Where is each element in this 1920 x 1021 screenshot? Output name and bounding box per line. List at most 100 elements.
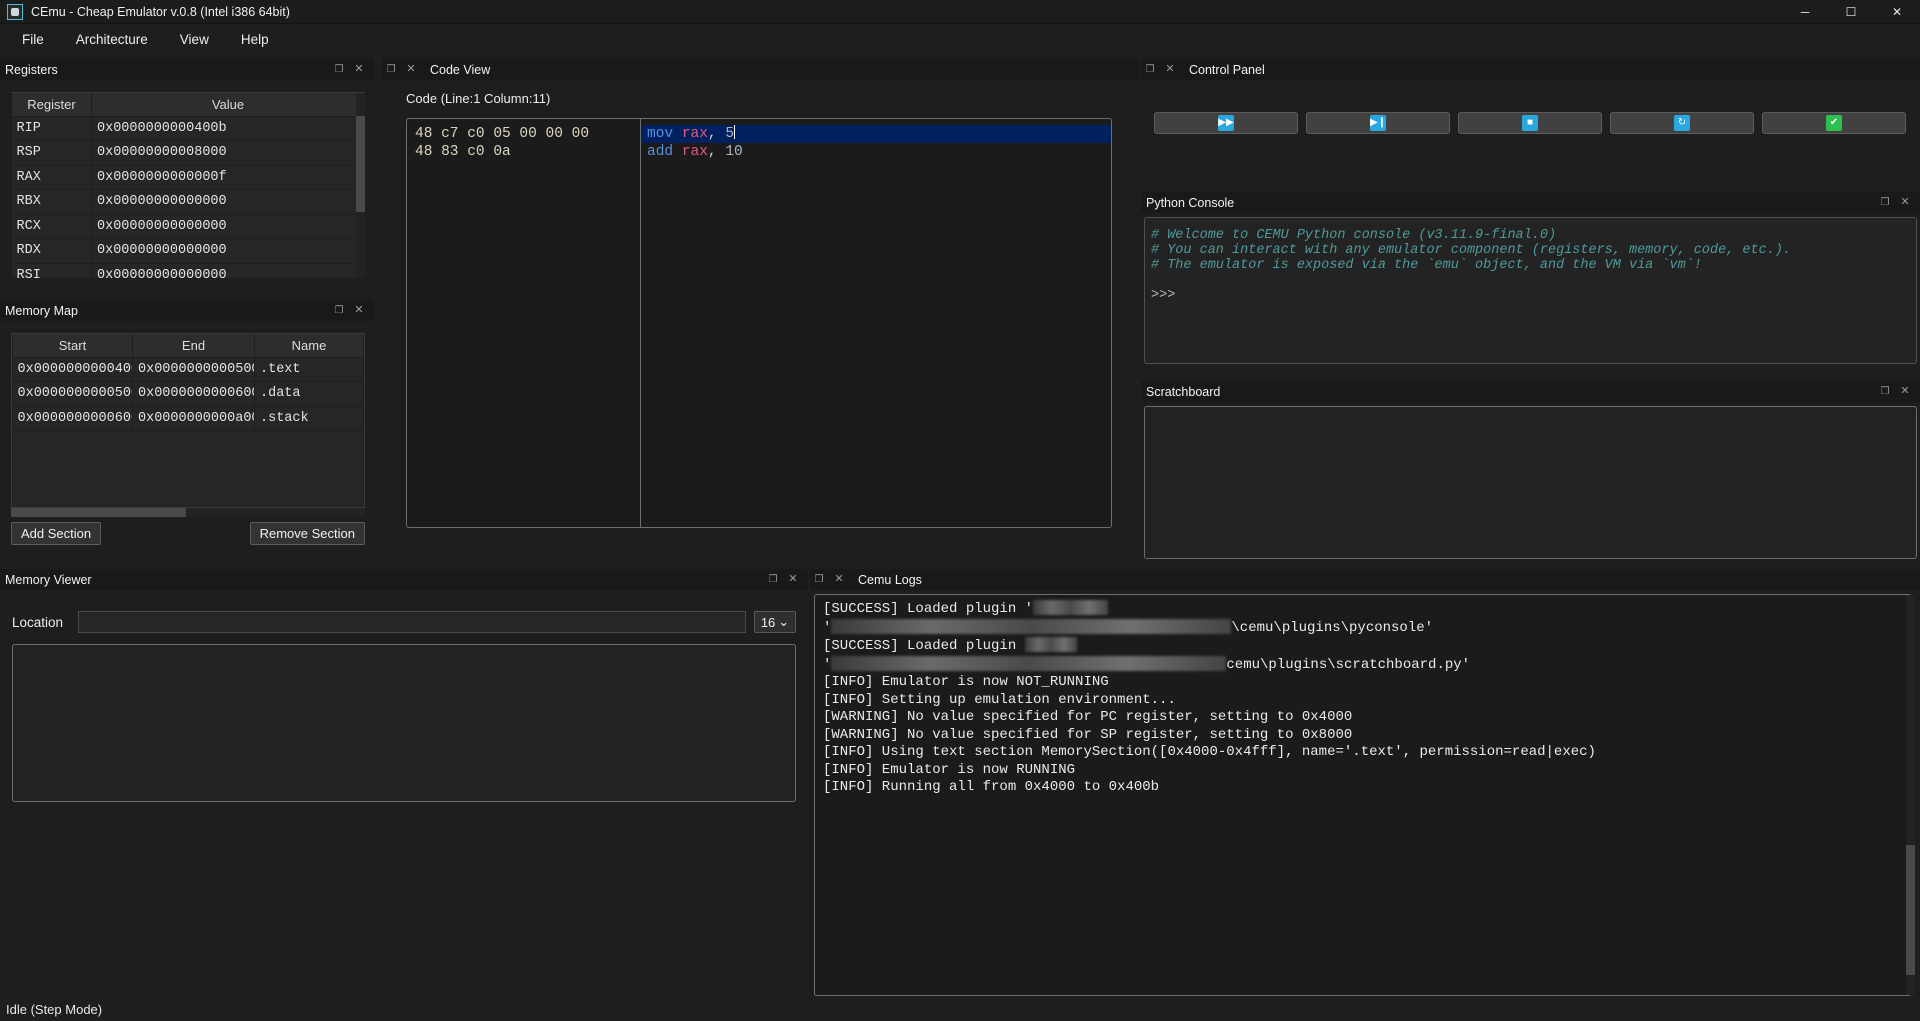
cemu-logs-output[interactable]: [SUCCESS] Loaded plugin ' ' \cemu\plugins\…: [814, 594, 1912, 996]
close-icon[interactable]: ✕: [1896, 384, 1914, 400]
registers-title-label: Registers: [5, 62, 58, 77]
assembly-pane[interactable]: mov rax, 5 add rax, 10: [641, 119, 1111, 527]
registers-col-register[interactable]: Register: [11, 93, 92, 117]
log-text: ': [823, 656, 832, 673]
float-icon[interactable]: ❐: [1876, 195, 1894, 211]
section-end: 0x0000000000a000: [132, 406, 255, 431]
check-icon: ✔: [1826, 115, 1842, 131]
table-row[interactable]: 0x00000000005000 0x00000000006000 .data: [12, 381, 364, 407]
python-console-output[interactable]: # Welcome to CEMU Python console (v3.11.…: [1144, 217, 1917, 364]
reload-button[interactable]: ↻: [1610, 112, 1754, 134]
memory-map-table-container[interactable]: Start End Name 0x00000000004000 0x000000…: [11, 333, 365, 508]
float-icon[interactable]: ❐: [810, 572, 828, 588]
memory-viewer-content[interactable]: [12, 644, 796, 802]
hex-bytes-pane[interactable]: 48 c7 c0 05 00 00 00 48 83 c0 0a: [407, 119, 641, 527]
code-editor[interactable]: 48 c7 c0 05 00 00 00 48 83 c0 0a mov rax…: [406, 118, 1112, 528]
registers-scrollbar-thumb[interactable]: [356, 116, 365, 212]
table-row[interactable]: 0x00000000004000 0x00000000005000 .text: [12, 357, 364, 382]
close-icon[interactable]: ✕: [350, 62, 368, 78]
stop-button[interactable]: ■: [1458, 112, 1602, 134]
location-label: Location: [12, 614, 64, 630]
register-value[interactable]: 0x0000000000400b: [91, 116, 365, 141]
stop-icon: ■: [1522, 115, 1538, 131]
float-icon[interactable]: ❐: [330, 303, 348, 319]
register-name: RSI: [11, 263, 92, 278]
register-value[interactable]: 0x00000000000000: [91, 238, 365, 264]
location-input[interactable]: [78, 611, 746, 633]
registers-table-container[interactable]: Register Value RIP 0x0000000000400b RSP …: [11, 92, 365, 278]
close-icon[interactable]: ✕: [784, 572, 802, 588]
memory-map-col-start[interactable]: Start: [12, 334, 133, 358]
close-icon[interactable]: ✕: [830, 572, 848, 588]
table-row[interactable]: RIP 0x0000000000400b: [11, 116, 365, 141]
menu-item-file[interactable]: File: [6, 28, 60, 51]
section-end: 0x00000000006000: [132, 381, 255, 407]
memory-viewer-panel-buttons: ❐ ✕: [764, 572, 808, 588]
table-row[interactable]: RCX 0x00000000000000: [11, 214, 365, 239]
assembly-line[interactable]: mov rax, 5: [641, 125, 1111, 143]
run-button[interactable]: ▶▶: [1154, 112, 1298, 134]
table-row[interactable]: RSP 0x00000000008000: [11, 140, 365, 166]
table-row[interactable]: RBX 0x00000000000000: [11, 189, 365, 215]
register-value[interactable]: 0x00000000008000: [91, 140, 365, 166]
register-value[interactable]: 0x0000000000000f: [91, 165, 365, 190]
close-icon[interactable]: ✕: [1874, 0, 1920, 24]
log-text: ': [823, 619, 832, 636]
close-icon[interactable]: ✕: [1896, 195, 1914, 211]
float-icon[interactable]: ❐: [382, 62, 400, 78]
register-value[interactable]: 0x00000000000000: [91, 263, 365, 278]
apply-button[interactable]: ✔: [1762, 112, 1906, 134]
asm-mnemonic: add: [647, 144, 674, 160]
registers-scrollbar[interactable]: [356, 93, 365, 278]
menu-item-help[interactable]: Help: [225, 28, 285, 51]
float-icon[interactable]: ❐: [330, 62, 348, 78]
menu-item-view[interactable]: View: [164, 28, 225, 51]
cemu-logs-scrollbar[interactable]: [1906, 595, 1915, 995]
chevron-down-icon: ⌄: [778, 614, 790, 629]
section-end: 0x00000000005000: [132, 357, 255, 382]
remove-section-button[interactable]: Remove Section: [249, 522, 365, 545]
log-line: [WARNING] No value specified for SP regi…: [823, 727, 1903, 745]
asm-mnemonic: mov: [647, 126, 674, 142]
scratchboard-textarea[interactable]: [1144, 406, 1917, 559]
asm-operand: 10: [725, 144, 743, 160]
memory-viewer-title-label: Memory Viewer: [5, 572, 92, 587]
scratchboard-panel: Scratchboard ❐ ✕: [1141, 381, 1920, 569]
memory-map-hscrollbar-thumb[interactable]: [11, 508, 186, 517]
float-icon[interactable]: ❐: [1876, 384, 1894, 400]
maximize-icon[interactable]: ☐: [1828, 0, 1874, 24]
python-console-panel: Python Console ❐ ✕ # Welcome to CEMU Pyt…: [1141, 192, 1920, 372]
register-value[interactable]: 0x00000000000000: [91, 214, 365, 239]
control-panel-title: ❐ ✕ Control Panel: [1141, 59, 1920, 80]
cemu-logs-scrollbar-thumb[interactable]: [1906, 845, 1915, 975]
memory-map-col-end[interactable]: End: [132, 334, 255, 358]
memory-map-hscrollbar[interactable]: [11, 508, 365, 517]
table-row[interactable]: 0x00000000006000 0x0000000000a000 .stack: [12, 406, 364, 431]
asm-register: rax: [681, 144, 708, 160]
register-value[interactable]: 0x00000000000000: [91, 189, 365, 215]
step-button[interactable]: ▶❙: [1306, 112, 1450, 134]
memory-map-panel-title: Memory Map ❐ ✕: [0, 300, 374, 321]
table-row[interactable]: RSI 0x00000000000000: [11, 263, 365, 278]
register-name: RDX: [11, 238, 92, 264]
log-text: [INFO] Setting up emulation environment.…: [823, 691, 1176, 708]
table-row[interactable]: RAX 0x0000000000000f: [11, 165, 365, 190]
console-prompt[interactable]: >>>: [1151, 288, 1910, 303]
assembly-line[interactable]: add rax, 10: [641, 143, 1111, 161]
minimize-icon[interactable]: ─: [1782, 0, 1828, 24]
float-icon[interactable]: ❐: [764, 572, 782, 588]
base-select[interactable]: 16 ⌄: [754, 611, 796, 633]
registers-col-value[interactable]: Value: [91, 93, 365, 117]
close-icon[interactable]: ✕: [350, 303, 368, 319]
close-icon[interactable]: ✕: [402, 62, 420, 78]
asm-punct: ,: [707, 126, 717, 142]
close-icon[interactable]: ✕: [1161, 62, 1179, 78]
add-section-button[interactable]: Add Section: [11, 522, 102, 545]
memory-map-col-name[interactable]: Name: [254, 334, 364, 358]
log-line: [INFO] Running all from 0x4000 to 0x400b: [823, 779, 1903, 797]
menu-item-architecture[interactable]: Architecture: [60, 28, 164, 51]
section-name: .data: [254, 381, 364, 407]
table-row[interactable]: RDX 0x00000000000000: [11, 238, 365, 264]
registers-panel-buttons: ❐ ✕: [330, 62, 374, 78]
float-icon[interactable]: ❐: [1141, 62, 1159, 78]
